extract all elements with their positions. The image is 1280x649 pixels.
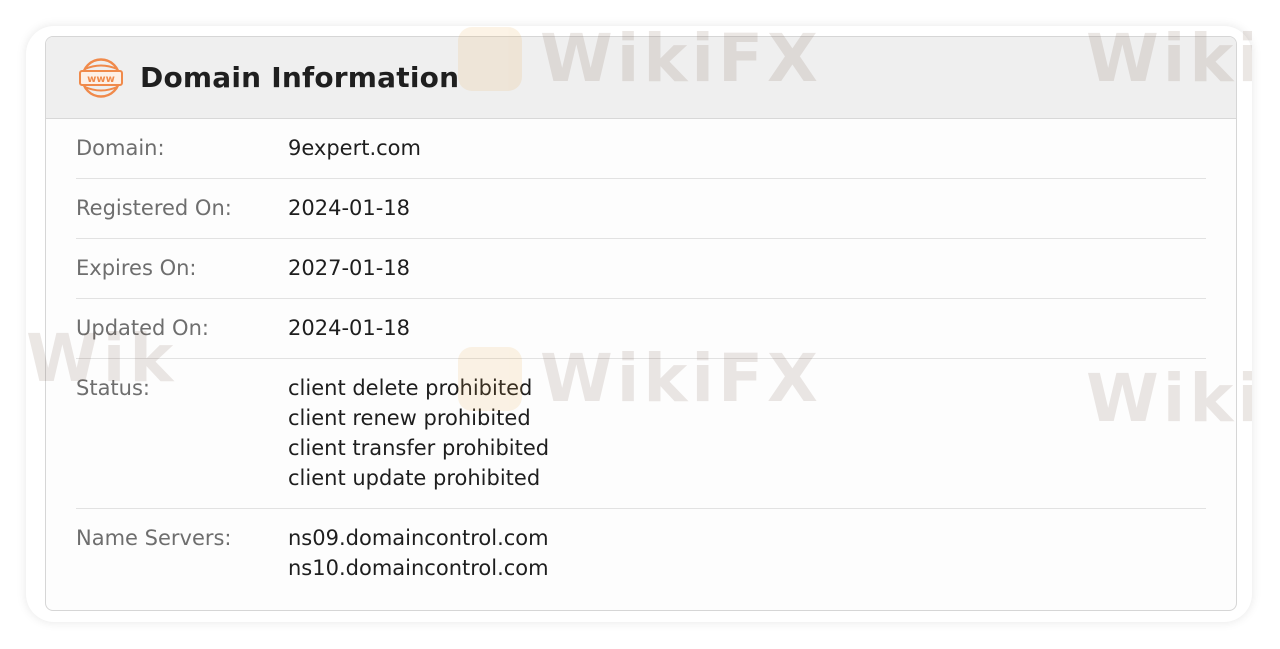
row-value: 9expert.com <box>288 136 421 160</box>
row-label: Status: <box>76 376 150 400</box>
row-values: 2024-01-18 <box>288 315 410 341</box>
row-label: Name Servers: <box>76 526 232 550</box>
row-label: Domain: <box>76 136 165 160</box>
row-value: client update prohibited <box>288 466 541 490</box>
row-values: 2024-01-18 <box>288 195 410 221</box>
info-row: Name Servers: ns09.domaincontrol.com ns10.… <box>76 509 1206 598</box>
row-value: client transfer prohibited <box>288 436 550 460</box>
row-values: 2027-01-18 <box>288 255 410 281</box>
www-icon: www <box>78 57 124 98</box>
info-row: Registered On: 2024-01-18 <box>76 179 1206 239</box>
info-row: Updated On: 2024-01-18 <box>76 299 1206 359</box>
row-value: ns10.domaincontrol.com <box>288 556 549 580</box>
row-values: ns09.domaincontrol.com ns10.domaincontrol… <box>288 525 549 581</box>
svg-text:www: www <box>87 74 115 85</box>
row-value: client delete prohibited <box>288 376 533 400</box>
row-value: ns09.domaincontrol.com <box>288 526 549 550</box>
row-label: Updated On: <box>76 316 209 340</box>
page-title: Domain Information <box>140 61 460 94</box>
info-row: Domain: 9expert.com <box>76 119 1206 179</box>
row-value: client renew prohibited <box>288 406 531 430</box>
row-label: Expires On: <box>76 256 197 280</box>
info-row: Expires On: 2027-01-18 <box>76 239 1206 299</box>
info-rows: Domain: 9expert.com Registered On: 2024-01-… <box>46 119 1236 598</box>
row-values: 9expert.com <box>288 135 421 161</box>
row-values: client delete prohibited client renew pro… <box>288 375 549 491</box>
info-row: Status: client delete prohibited client re… <box>76 359 1206 509</box>
domain-information-card: www Domain Information Domain: 9expert.co… <box>45 36 1237 611</box>
row-value: 2024-01-18 <box>288 316 411 340</box>
row-value: 2024-01-18 <box>288 196 411 220</box>
row-value: 2027-01-18 <box>288 256 411 280</box>
card-header: www Domain Information <box>46 37 1236 119</box>
row-label: Registered On: <box>76 196 232 220</box>
